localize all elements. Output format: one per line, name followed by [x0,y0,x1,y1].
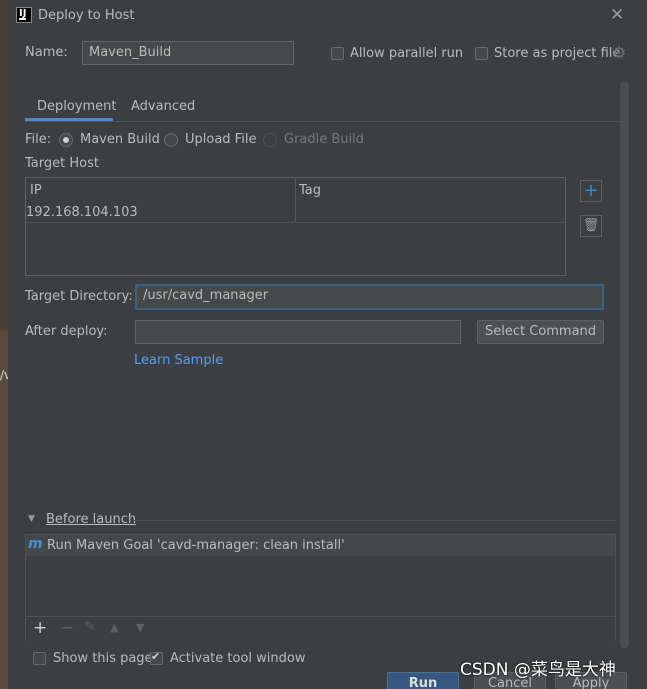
tab-divider [25,121,623,122]
target-directory-label: Target Directory: [25,289,133,304]
background-window: /v [0,0,11,689]
show-page-checkbox[interactable] [33,652,46,665]
store-project-label[interactable]: Store as project file [494,46,620,61]
trash-icon[interactable]: 🗑 [580,215,602,237]
dialog-title: Deploy to Host [38,8,135,23]
store-project-checkbox[interactable] [475,47,488,60]
target-directory-input[interactable]: /usr/cavd_manager [135,284,604,310]
target-host-label: Target Host [25,156,99,171]
target-host-table[interactable]: IP Tag 192.168.104.103 [25,177,566,276]
allow-parallel-label[interactable]: Allow parallel run [350,46,463,61]
tab-deployment[interactable]: Deployment [37,99,117,114]
watermark: CSDN @菜鸟是大神 [460,660,616,680]
activate-tool-window-label[interactable]: Activate tool window [170,651,305,666]
show-page-label[interactable]: Show this page [53,651,153,666]
radio-gradle-build-label: Gradle Build [284,132,365,147]
activate-tool-window-checkbox[interactable] [150,650,163,665]
table-cell-ip[interactable]: 192.168.104.103 [26,205,138,220]
move-down-button[interactable]: ▼ [136,621,144,634]
scrollbar[interactable] [620,82,629,648]
name-label: Name: [25,45,68,60]
select-command-button[interactable]: Select Command [477,320,604,344]
before-launch-list[interactable]: m Run Maven Goal 'cavd-manager: clean in… [25,534,616,641]
run-button[interactable]: Run [387,672,459,689]
move-up-button[interactable]: ▲ [110,621,118,634]
column-separator [295,178,296,223]
radio-upload-file[interactable] [164,133,178,147]
maven-icon: m [28,536,43,552]
intellij-logo-icon: IJ [16,7,32,23]
file-label: File: [25,132,52,147]
after-deploy-input[interactable] [135,320,461,344]
tab-advanced[interactable]: Advanced [131,99,195,114]
remove-task-button[interactable]: − [60,618,74,638]
add-host-button[interactable]: + [580,180,602,202]
before-launch-toolbar: + − ✎ ▲ ▼ [26,616,615,641]
background-pattern [0,330,8,689]
task-label: Run Maven Goal 'cavd-manager: clean inst… [47,538,345,553]
add-task-button[interactable]: + [33,618,47,638]
radio-maven-build-label[interactable]: Maven Build [80,132,160,147]
after-deploy-label: After deploy: [25,324,108,339]
before-launch-divider [134,520,616,521]
edit-task-button[interactable]: ✎ [84,619,96,635]
gear-icon[interactable]: ⚙ [612,43,626,62]
before-launch-label[interactable]: Before launch [46,512,136,527]
name-field[interactable]: Maven_Build [82,41,294,65]
list-item[interactable]: m Run Maven Goal 'cavd-manager: clean in… [26,535,615,556]
allow-parallel-checkbox[interactable] [331,47,344,60]
column-header-ip[interactable]: IP [30,183,42,198]
radio-gradle-build [263,133,277,147]
close-icon[interactable]: ✕ [610,5,624,25]
deploy-dialog: IJ Deploy to Host ✕ Name: Maven_Build Al… [8,0,647,689]
row-divider [26,222,565,223]
learn-sample-link[interactable]: Learn Sample [134,353,223,368]
column-header-tag[interactable]: Tag [299,183,321,198]
radio-maven-build[interactable] [59,133,73,147]
radio-upload-file-label[interactable]: Upload File [185,132,256,147]
collapse-triangle-icon[interactable]: ▼ [28,514,35,524]
